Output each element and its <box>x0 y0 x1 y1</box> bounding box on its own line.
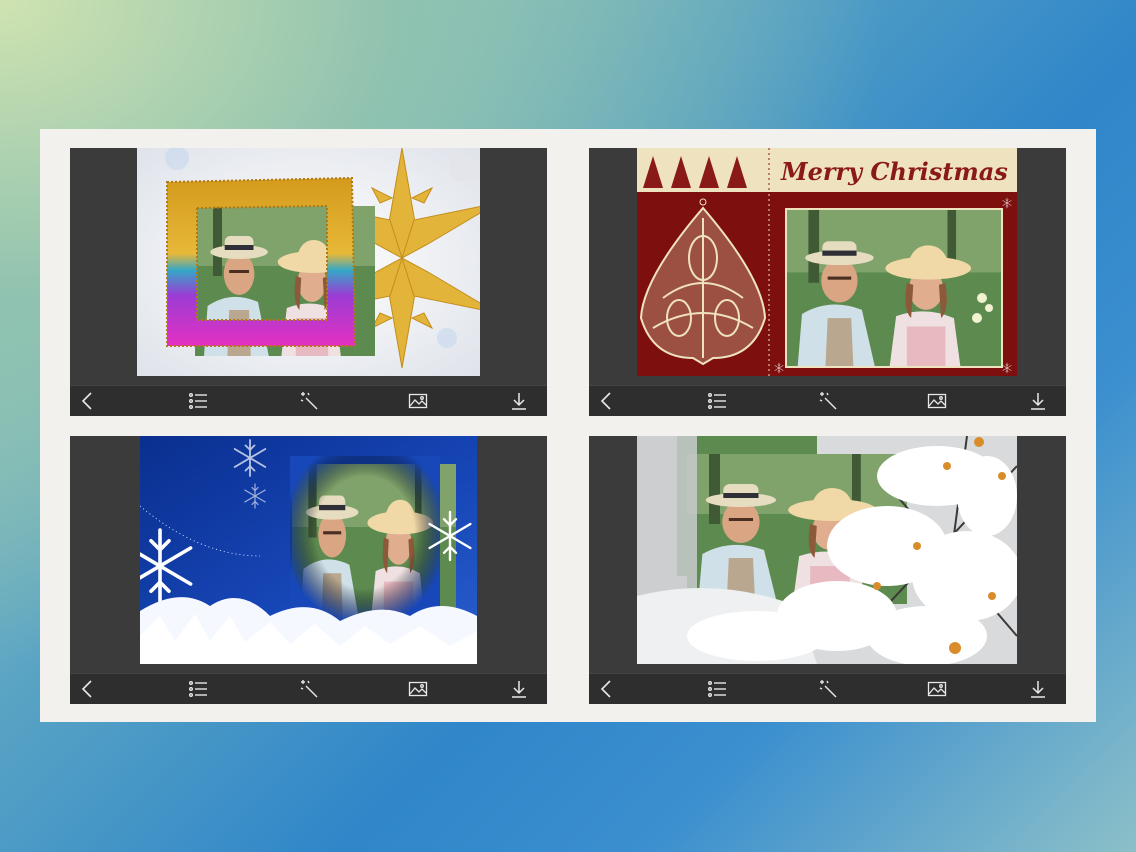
magic-wand-icon[interactable] <box>298 678 320 700</box>
image-icon[interactable] <box>407 678 429 700</box>
frame-photo-snowy-branches[interactable] <box>637 436 1017 664</box>
screenshot-sheet: Merry Christmas <box>40 129 1096 722</box>
list-icon[interactable] <box>187 678 209 700</box>
list-icon[interactable] <box>187 390 209 412</box>
magic-wand-icon[interactable] <box>817 678 839 700</box>
magic-wand-icon[interactable] <box>298 390 320 412</box>
magic-wand-icon[interactable] <box>817 390 839 412</box>
download-icon[interactable] <box>1027 390 1049 412</box>
image-icon[interactable] <box>407 390 429 412</box>
toolbar <box>589 673 1066 704</box>
frame-photo-blue-snowflake[interactable] <box>140 436 477 664</box>
image-icon[interactable] <box>926 390 948 412</box>
download-icon[interactable] <box>508 390 530 412</box>
list-icon[interactable] <box>706 390 728 412</box>
frame-preview-tinsel <box>70 148 547 416</box>
frame-preview-merry-christmas: Merry Christmas <box>589 148 1066 416</box>
toolbar <box>70 673 547 704</box>
back-icon[interactable] <box>596 678 618 700</box>
card-greeting: Merry Christmas <box>780 157 1008 186</box>
download-icon[interactable] <box>1027 678 1049 700</box>
frame-preview-blue-snowflake <box>70 436 547 704</box>
image-icon[interactable] <box>926 678 948 700</box>
list-icon[interactable] <box>706 678 728 700</box>
frame-preview-snowy-branches <box>589 436 1066 704</box>
toolbar <box>589 385 1066 416</box>
toolbar <box>70 385 547 416</box>
frame-photo-tinsel[interactable] <box>137 148 480 376</box>
back-icon[interactable] <box>77 678 99 700</box>
frame-photo-merry-christmas[interactable]: Merry Christmas <box>637 148 1017 376</box>
back-icon[interactable] <box>77 390 99 412</box>
download-icon[interactable] <box>508 678 530 700</box>
back-icon[interactable] <box>596 390 618 412</box>
